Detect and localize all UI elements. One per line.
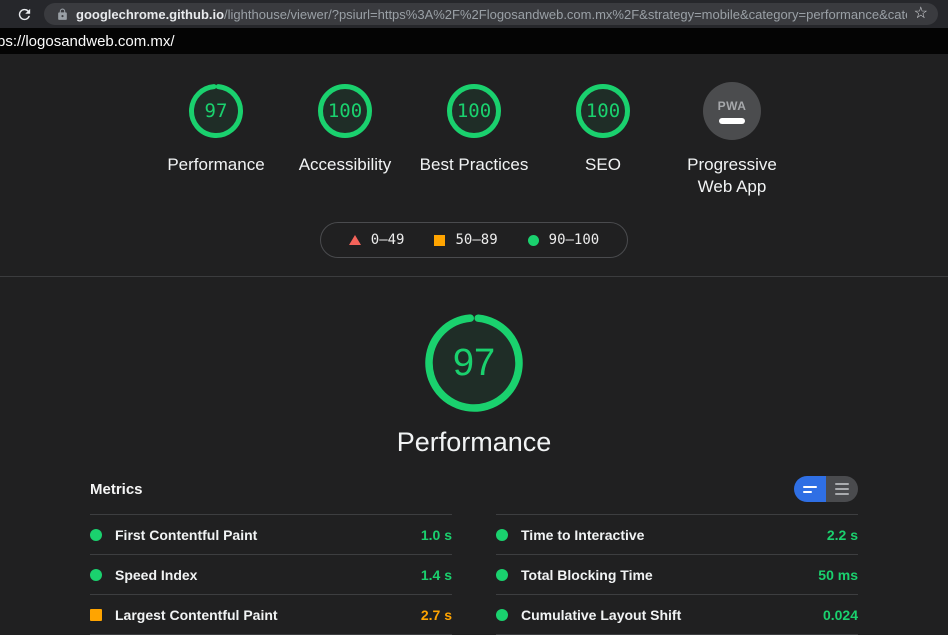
score-item-seo[interactable]: 100 SEO: [544, 82, 663, 198]
metric-value: 1.4 s: [421, 567, 452, 583]
score-label: Performance: [167, 154, 264, 176]
score-gauge: 100: [445, 82, 503, 140]
scores-header: 97 Performance 100 Accessibility 100 Bes…: [0, 54, 948, 277]
metrics-grid: First Contentful Paint 1.0 s Speed Index…: [90, 514, 858, 635]
metric-label: Total Blocking Time: [521, 567, 805, 583]
metrics-column-left: First Contentful Paint 1.0 s Speed Index…: [90, 514, 452, 635]
metric-value: 0.024: [823, 607, 858, 623]
metric-value: 50 ms: [818, 567, 858, 583]
page-url: ps://logosandweb.com.mx/: [0, 33, 175, 50]
address-domain: googlechrome.github.io: [76, 7, 224, 22]
legend-pass: 90–100: [528, 232, 600, 248]
reload-icon: [16, 6, 33, 23]
score-label: Accessibility: [299, 154, 392, 176]
pwa-logo-text: PWA: [718, 99, 747, 113]
lock-icon: [56, 8, 69, 21]
scores-row: 97 Performance 100 Accessibility 100 Bes…: [0, 82, 948, 198]
bookmark-star-icon[interactable]: ☆: [914, 6, 928, 22]
legend-average-label: 50–89: [455, 232, 497, 248]
score-value: 100: [574, 82, 632, 140]
score-value: 100: [445, 82, 503, 140]
metric-row-speed-index: Speed Index 1.4 s: [90, 555, 452, 595]
metrics-column-right: Time to Interactive 2.2 s Total Blocking…: [496, 514, 858, 635]
metric-row-largest-contentful-paint: Largest Contentful Paint 2.7 s: [90, 595, 452, 635]
viewer-url-bar: ps://logosandweb.com.mx/: [0, 28, 948, 54]
metric-row-first-contentful-paint: First Contentful Paint 1.0 s: [90, 515, 452, 555]
metric-label: Speed Index: [115, 567, 408, 583]
browser-toolbar: googlechrome.github.io/lighthouse/viewer…: [0, 0, 948, 28]
toggle-condensed-view-button[interactable]: [794, 476, 826, 502]
score-item-best-practices[interactable]: 100 Best Practices: [415, 82, 534, 198]
address-bar[interactable]: googlechrome.github.io/lighthouse/viewer…: [44, 3, 938, 25]
metric-rating-icon: [90, 569, 102, 581]
metrics-view-toggle: [794, 476, 858, 502]
metric-value: 1.0 s: [421, 527, 452, 543]
metric-label: Time to Interactive: [521, 527, 814, 543]
metric-rating-icon: [496, 529, 508, 541]
metric-value: 2.2 s: [827, 527, 858, 543]
legend-pass-label: 90–100: [549, 232, 600, 248]
line-icon: [803, 486, 817, 488]
metrics-header: Metrics: [90, 476, 858, 502]
toggle-list-view-button[interactable]: [826, 476, 858, 502]
legend-fail-label: 0–49: [371, 232, 405, 248]
legend-fail: 0–49: [349, 232, 405, 248]
score-label: SEO: [585, 154, 621, 176]
metric-rating-icon: [90, 529, 102, 541]
line-icon: [835, 483, 849, 485]
score-item-performance[interactable]: 97 Performance: [157, 82, 276, 198]
score-value: 97: [187, 82, 245, 140]
score-value: 100: [316, 82, 374, 140]
average-square-icon: [434, 235, 445, 246]
pass-circle-icon: [528, 235, 539, 246]
metric-row-cumulative-layout-shift: Cumulative Layout Shift 0.024: [496, 595, 858, 635]
score-label: Best Practices: [420, 154, 529, 176]
address-path: /lighthouse/viewer/?psiurl=https%3A%2F%2…: [224, 7, 907, 22]
metric-label: Cumulative Layout Shift: [521, 607, 810, 623]
metric-value: 2.7 s: [421, 607, 452, 623]
address-url: googlechrome.github.io/lighthouse/viewer…: [76, 7, 907, 22]
metric-rating-icon: [496, 609, 508, 621]
metric-label: Largest Contentful Paint: [115, 607, 408, 623]
reload-button[interactable]: [14, 4, 34, 24]
category-gauge: 97: [422, 311, 526, 415]
fail-triangle-icon: [349, 235, 361, 245]
score-gauge: 100: [316, 82, 374, 140]
performance-category-header: 97 Performance: [0, 277, 948, 458]
metric-row-time-to-interactive: Time to Interactive 2.2 s: [496, 515, 858, 555]
pwa-badge-icon: PWA: [703, 82, 761, 140]
pwa-dash-icon: [719, 118, 745, 124]
metric-rating-icon: [496, 569, 508, 581]
legend-average: 50–89: [434, 232, 497, 248]
score-label: Progressive Web App: [673, 154, 792, 198]
metric-label: First Contentful Paint: [115, 527, 408, 543]
score-gauge: 100: [574, 82, 632, 140]
score-item-accessibility[interactable]: 100 Accessibility: [286, 82, 405, 198]
scores-legend: 0–49 50–89 90–100: [320, 222, 628, 258]
metrics-heading: Metrics: [90, 481, 143, 498]
score-gauge: 97: [187, 82, 245, 140]
category-score: 97: [422, 311, 526, 415]
metrics-section: Metrics First Contentful Paint 1.0 s Spe…: [90, 476, 858, 635]
line-icon: [835, 493, 849, 495]
metric-rating-icon: [90, 609, 102, 621]
category-title: Performance: [0, 427, 948, 458]
line-icon: [835, 488, 849, 490]
metric-row-total-blocking-time: Total Blocking Time 50 ms: [496, 555, 858, 595]
score-item-pwa[interactable]: PWA Progressive Web App: [673, 82, 792, 198]
line-icon: [803, 491, 812, 493]
